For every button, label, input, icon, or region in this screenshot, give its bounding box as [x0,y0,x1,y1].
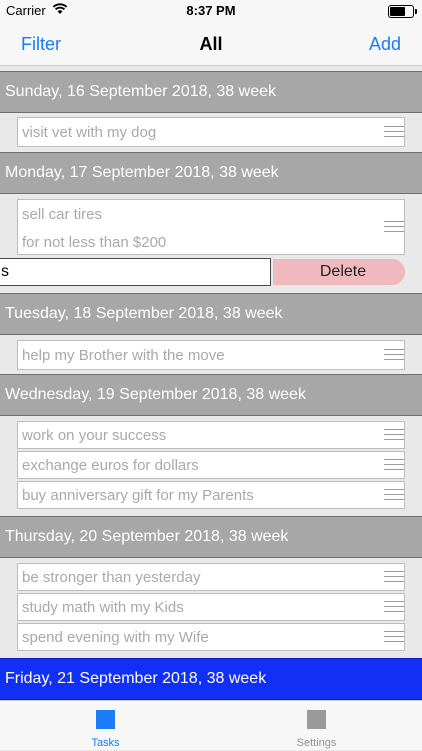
task-row[interactable]: study math with my Kids [17,593,405,621]
task-text: help my Brother with the move [22,347,225,364]
section-header-tuesday: Tuesday, 18 September 2018, 38 week [0,293,422,335]
task-text: sell car tires [22,206,103,223]
task-row[interactable]: sell car tires for not less than $200 [17,199,405,255]
status-bar: Carrier 8:37 PM [0,0,422,22]
section-header-wednesday: Wednesday, 19 September 2018, 38 week [0,374,422,416]
delete-button[interactable]: Delete [273,259,405,285]
task-row[interactable]: spend evening with my Wife [17,623,405,651]
task-text: spend evening with my Wife [22,629,209,646]
tab-label: Settings [296,737,337,749]
reorder-handle-icon[interactable] [384,126,404,138]
navigation-bar: Filter All Add [0,22,422,66]
task-text-line-2: for not less than $200 [22,234,167,251]
reorder-handle-icon[interactable] [384,429,404,441]
task-text: work on your success [22,427,167,444]
page-title: All [199,34,223,54]
filter-button[interactable]: Filter [21,34,61,55]
task-text: study math with my Kids [22,599,184,616]
settings-tab-square-icon [307,710,326,729]
tab-bar: Tasks Settings [0,700,422,750]
task-row[interactable]: exchange euros for dollars [17,451,405,479]
task-row[interactable]: be stronger than yesterday [17,563,405,591]
task-row[interactable]: work on your success [17,421,405,449]
clock-time: 8:37 PM [186,3,236,18]
new-task-input[interactable]: s [0,258,271,286]
battery-icon [388,5,417,18]
task-text: exchange euros for dollars [22,457,199,474]
section-header-thursday: Thursday, 20 September 2018, 38 week [0,516,422,558]
tab-label: Tasks [91,737,120,749]
task-text: buy anniversary gift for my Parents [22,487,254,504]
tab-settings[interactable]: Settings [211,701,422,751]
tasks-tab-square-icon [96,710,115,729]
section-header-monday: Monday, 17 September 2018, 38 week [0,152,422,194]
reorder-handle-icon[interactable] [384,459,404,471]
task-row[interactable]: buy anniversary gift for my Parents [17,481,405,509]
reorder-handle-icon[interactable] [384,571,404,583]
task-text: be stronger than yesterday [22,569,201,586]
reorder-handle-icon[interactable] [384,349,404,361]
task-text: visit vet with my dog [22,124,157,141]
section-header-sunday: Sunday, 16 September 2018, 38 week [0,71,422,113]
reorder-handle-icon[interactable] [384,631,404,643]
section-header-friday: Friday, 21 September 2018, 38 week [0,658,422,700]
reorder-handle-icon[interactable] [384,221,404,233]
task-list[interactable]: Sunday, 16 September 2018, 38 week visit… [0,66,422,700]
reorder-handle-icon[interactable] [384,601,404,613]
add-button[interactable]: Add [369,34,401,55]
tab-tasks[interactable]: Tasks [0,701,211,751]
reorder-handle-icon[interactable] [384,489,404,501]
task-row[interactable]: help my Brother with the move [17,340,405,370]
task-row[interactable]: visit vet with my dog [17,117,405,147]
